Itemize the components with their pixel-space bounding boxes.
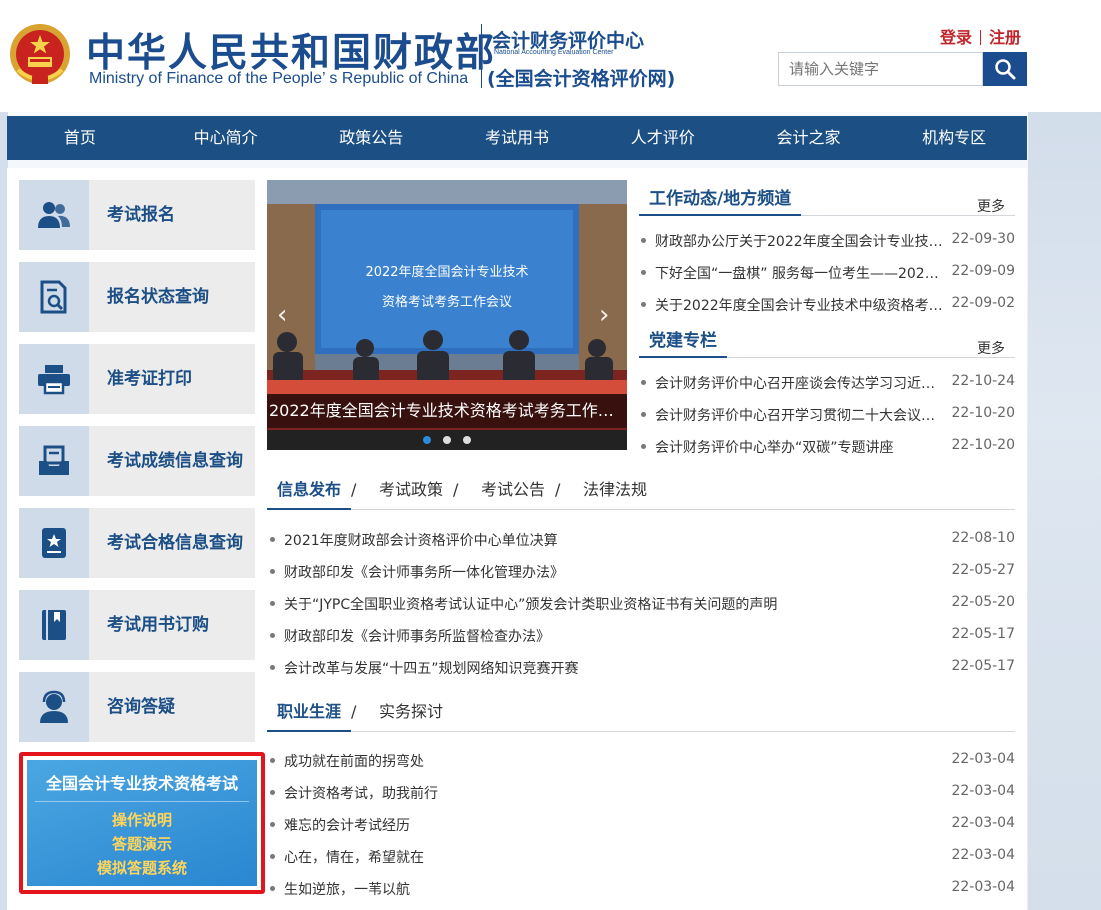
nav-about[interactable]: 中心简介	[153, 116, 299, 160]
work-news-title[interactable]: 工作动态/地方频道	[639, 186, 802, 216]
list-item[interactable]: 关于2022年度全国会计专业技术中级资格考试有关事项的通知 22-09-02	[641, 295, 1015, 315]
register-link[interactable]: 注册	[989, 28, 1021, 47]
menu-label: 考试合格信息查询	[107, 533, 243, 553]
exam-promo-box: 全国会计专业技术资格考试 操作说明 答题演示 模拟答题系统	[19, 752, 265, 894]
tab-exam-notice[interactable]: 考试公告	[481, 474, 545, 510]
nav-policy[interactable]: 政策公告	[298, 116, 444, 160]
answer-demo-link[interactable]: 答题演示	[27, 832, 257, 856]
carousel-dots	[267, 430, 627, 450]
nav-institutions[interactable]: 机构专区	[881, 116, 1027, 160]
list-item[interactable]: 会计财务评价中心召开学习贯彻二十大会议精神专题会 22-10-20	[641, 405, 1015, 425]
tab-separator: /	[555, 480, 561, 499]
list-item[interactable]: 成功就在前面的拐弯处 22-03-04	[270, 751, 1015, 771]
tab-info-release[interactable]: 信息发布	[267, 474, 352, 510]
menu-label: 报名状态查询	[107, 287, 209, 307]
menu-score-query[interactable]: 考试成绩信息查询	[19, 426, 255, 496]
news-carousel[interactable]: 2022年度全国会计专业技术 资格考试考务工作会议 ‹ › 2022年度全国会计…	[267, 180, 627, 450]
search-button[interactable]	[983, 52, 1027, 86]
carousel-photo: 2022年度全国会计专业技术 资格考试考务工作会议	[267, 180, 627, 430]
mock-exam-link[interactable]: 模拟答题系统	[27, 856, 257, 880]
menu-label: 考试报名	[107, 205, 175, 225]
list-item[interactable]: 财政部印发《会计师事务所一体化管理办法》 22-05-27	[270, 562, 1015, 582]
nav-books[interactable]: 考试用书	[444, 116, 590, 160]
tab-separator: /	[453, 480, 459, 499]
document-search-icon	[40, 280, 67, 314]
career-tabs: 职业生涯 / 实务探讨	[267, 696, 1015, 732]
party-more-link[interactable]: 更多	[977, 338, 1005, 358]
site-header: 中华人民共和国财政部 Ministry of Finance of the Pe…	[0, 0, 1101, 112]
banner-line-2: 资格考试考务工作会议	[382, 294, 512, 310]
book-icon	[42, 610, 66, 640]
menu-label: 考试成绩信息查询	[107, 451, 243, 471]
search-icon	[995, 59, 1016, 80]
party-title[interactable]: 党建专栏	[639, 328, 727, 358]
info-tabs: 信息发布 / 考试政策 / 考试公告 / 法律法规	[267, 474, 1015, 510]
national-emblem-icon	[8, 22, 72, 88]
tab-practice[interactable]: 实务探讨	[379, 696, 443, 732]
menu-label: 考试用书订购	[107, 615, 209, 635]
list-item[interactable]: 会计资格考试，助我前行 22-03-04	[270, 783, 1015, 803]
main-nav: 首页 中心简介 政策公告 考试用书 人才评价 会计之家 机构专区	[7, 116, 1027, 160]
main-content: 考试报名 报名状态查询 准考证打印 考试成绩信息查询 考试合格信息查询 考试用书…	[7, 168, 1027, 910]
users-icon	[38, 202, 70, 228]
header-divider	[481, 24, 482, 88]
list-item[interactable]: 生如逆旅，一苇以航 22-03-04	[270, 879, 1015, 899]
list-item[interactable]: 难忘的会计考试经历 22-03-04	[270, 815, 1015, 835]
printer-icon	[38, 365, 70, 395]
login-link[interactable]: 登录	[940, 28, 972, 47]
carousel-dot-2[interactable]	[443, 436, 451, 444]
carousel-dot-3[interactable]	[463, 436, 471, 444]
carousel-caption[interactable]: 2022年度全国会计专业技术资格考试考务工作视频会议	[267, 394, 627, 428]
nav-talent[interactable]: 人才评价	[590, 116, 736, 160]
tab-separator: /	[351, 480, 357, 499]
menu-label: 咨询答疑	[107, 697, 175, 717]
list-item[interactable]: 2021年度财政部会计资格评价中心单位决算 22-08-10	[270, 530, 1015, 550]
list-item[interactable]: 会计改革与发展“十四五”规划网络知识竞赛开赛 22-05-17	[270, 658, 1015, 678]
list-item[interactable]: 下好全国“一盘棋” 服务每一位考生——2022年度全国会计资格考试 22-09-…	[641, 263, 1015, 283]
menu-consultation[interactable]: 咨询答疑	[19, 672, 255, 742]
list-item[interactable]: 财政部办公厅关于2022年度全国会计专业技术资格考试有关事项的通知 22-09-…	[641, 231, 1015, 251]
exam-box-title: 全国会计专业技术资格考试	[35, 760, 249, 802]
menu-label: 准考证打印	[107, 369, 192, 389]
list-item[interactable]: 财政部印发《会计师事务所监督检查办法》 22-05-17	[270, 626, 1015, 646]
menu-admission-print[interactable]: 准考证打印	[19, 344, 255, 414]
nav-accountant-home[interactable]: 会计之家	[736, 116, 882, 160]
auth-links: 登录 注册	[940, 24, 1021, 48]
menu-qualification-query[interactable]: 考试合格信息查询	[19, 508, 255, 578]
menu-exam-registration[interactable]: 考试报名	[19, 180, 255, 250]
certificate-icon	[42, 528, 66, 558]
menu-registration-status[interactable]: 报名状态查询	[19, 262, 255, 332]
banner-line-1: 2022年度全国会计专业技术	[365, 264, 528, 280]
menu-book-order[interactable]: 考试用书订购	[19, 590, 255, 660]
work-news-header: 工作动态/地方频道 更多	[639, 186, 1015, 216]
list-item[interactable]: 会计财务评价中心举办“双碳”专题讲座 22-10-20	[641, 437, 1015, 457]
party-header: 党建专栏 更多	[639, 328, 1015, 358]
operation-guide-link[interactable]: 操作说明	[27, 808, 257, 832]
ministry-name-en: Ministry of Finance of the People’ s Rep…	[89, 70, 469, 87]
carousel-prev-icon[interactable]: ‹	[277, 300, 287, 330]
center-name-en: National Accounting Evaluation Center	[494, 49, 614, 56]
work-news-more-link[interactable]: 更多	[977, 196, 1005, 216]
tab-exam-policy[interactable]: 考试政策	[379, 474, 443, 510]
tab-career[interactable]: 职业生涯	[267, 696, 352, 732]
list-item[interactable]: 会计财务评价中心召开座谈会传达学习习近平总书记重要讲话精神 22-10-24	[641, 373, 1015, 393]
list-item[interactable]: 关于“JYPC全国职业资格考试认证中心”颁发会计类职业资格证书有关问题的声明 2…	[270, 594, 1015, 614]
support-agent-icon	[40, 690, 68, 723]
list-item[interactable]: 心在，情在，希望就在 22-03-04	[270, 847, 1015, 867]
carousel-next-icon[interactable]: ›	[599, 300, 609, 330]
auth-divider	[980, 30, 982, 45]
tab-separator: /	[351, 702, 357, 721]
tab-laws[interactable]: 法律法规	[583, 474, 647, 510]
center-subtitle: (全国会计资格评价网)	[487, 68, 676, 90]
search-input[interactable]	[779, 53, 982, 85]
carousel-dot-1[interactable]	[423, 436, 431, 444]
background-clouds	[1028, 110, 1101, 910]
inbox-icon	[39, 445, 69, 475]
search-box	[778, 52, 983, 86]
nav-home[interactable]: 首页	[7, 116, 153, 160]
